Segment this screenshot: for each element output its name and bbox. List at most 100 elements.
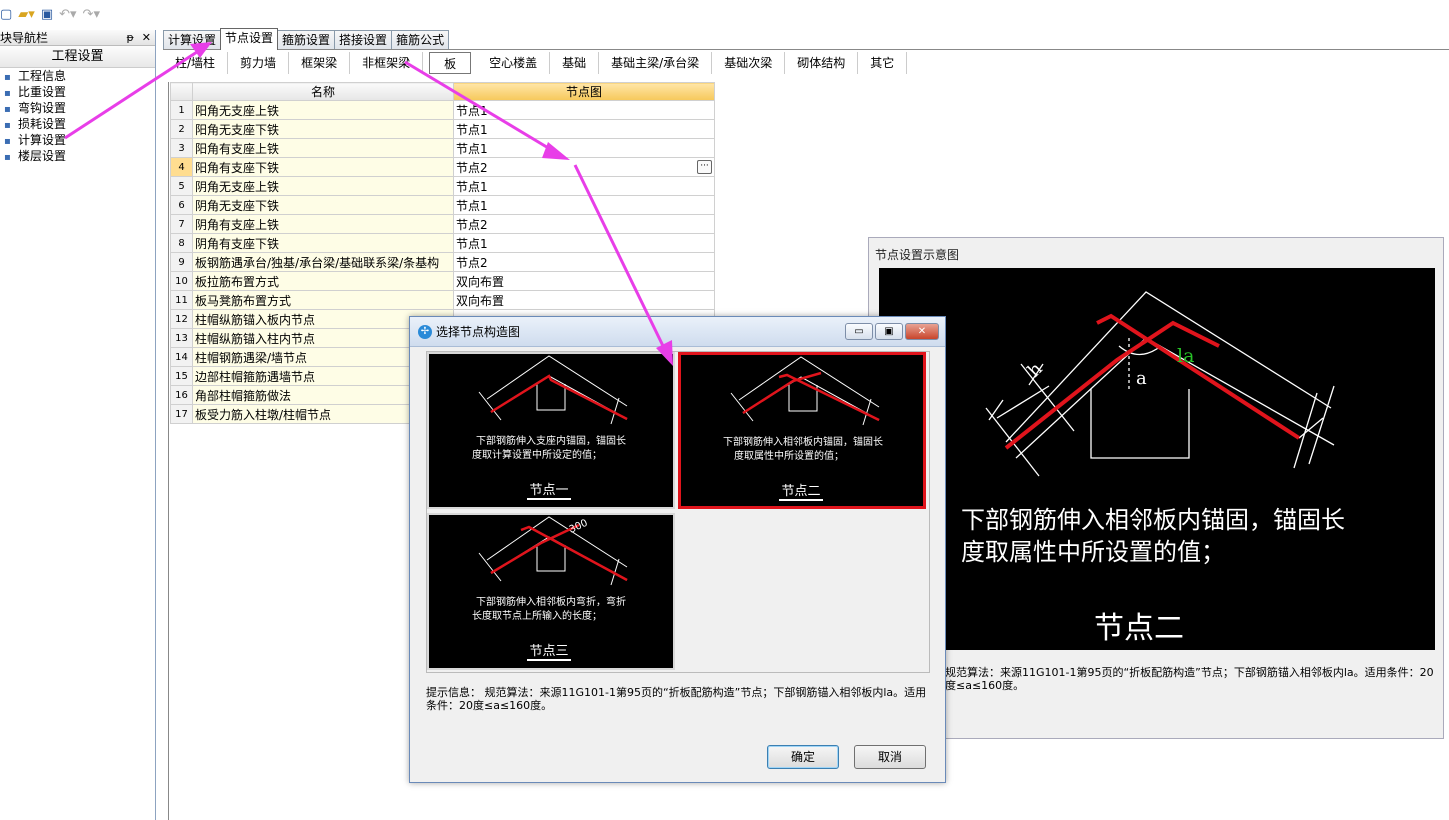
open-folder-icon[interactable]: ▰▾: [18, 0, 35, 30]
row-node[interactable]: 节点1: [453, 233, 715, 253]
subtab-2[interactable]: 剪力墙: [228, 52, 290, 74]
row-node[interactable]: 节点1: [453, 195, 715, 215]
preview-text-line2: 度取属性中所设置的值；: [961, 538, 1225, 566]
select-node-dialog: ✢ 选择节点构造图 ▭ ▣ ✕ 下部钢筋伸入支座内锚固，锚固长 度取计算设置中所设…: [409, 316, 946, 783]
component-subtabs: 柱/墙柱 剪力墙 框架梁 非框架梁板空心楼盖 基础 基础主梁/承台梁 基础次梁 砌体结构 其它: [163, 50, 1449, 76]
subtab-1[interactable]: 柱/墙柱: [163, 52, 229, 74]
new-file-icon[interactable]: ▢: [0, 0, 12, 30]
table-row[interactable]: 5 阴角无支座上铁 节点1: [170, 176, 715, 196]
row-number: 5: [170, 176, 193, 196]
pin-icon[interactable]: ᵽ: [126, 31, 133, 44]
row-node[interactable]: 节点1: [453, 138, 715, 158]
tab-4[interactable]: 搭接设置: [334, 30, 393, 50]
module-nav-panel: 模块导航栏 ᵽ ✕ 工程设置 ▪工程信息▪比重设置▪弯钩设置▪损耗设置▪计算设置…: [0, 30, 156, 820]
cancel-button[interactable]: 取消: [854, 745, 926, 769]
tab-3[interactable]: 箍筋设置: [277, 30, 336, 50]
node-option-3[interactable]: 300 下部钢筋伸入相邻板内弯折，弯折 长度取节点上所输入的长度； 节点三: [427, 513, 675, 670]
dialog-title: 选择节点构造图: [436, 325, 521, 339]
table-row[interactable]: 2 阳角无支座下铁 节点1: [170, 119, 715, 139]
row-node[interactable]: 节点2: [453, 252, 715, 272]
table-row[interactable]: 1 阳角无支座上铁 节点1: [170, 100, 715, 120]
tab-2[interactable]: 节点设置: [220, 28, 279, 50]
node-option-2[interactable]: 下部钢筋伸入相邻板内锚固，锚固长 度取属性中所设置的值； 节点二: [678, 352, 926, 509]
ok-button[interactable]: 确定: [767, 745, 839, 769]
nav-panel-title: 模块导航栏: [0, 31, 49, 45]
option-dimension: 300: [568, 518, 590, 536]
minimize-button[interactable]: ▭: [845, 323, 873, 340]
dialog-info: 提示信息： 规范算法：来源11G101-1第95页的“折板配筋构造”节点；下部钢…: [426, 686, 931, 712]
subtab-10[interactable]: 砌体结构: [785, 52, 859, 74]
tab-5[interactable]: 箍筋公式: [391, 30, 450, 50]
column-header-node[interactable]: 节点图: [453, 82, 715, 101]
row-node[interactable]: 双向布置: [453, 290, 715, 310]
close-button[interactable]: ✕: [905, 323, 939, 340]
row-node[interactable]: 节点1: [453, 119, 715, 139]
row-name: 板拉筋布置方式: [192, 271, 454, 291]
option-caption: 节点三: [529, 644, 568, 659]
preview-title: 节点设置示意图: [875, 248, 960, 262]
row-node-value: 节点2: [456, 217, 488, 232]
redo-icon[interactable]: ↷▾: [83, 0, 100, 30]
node-preview-panel: 节点设置示意图 h a la 下部钢筋伸入相邻板内锚固，锚固长 度取属性中所设置…: [868, 237, 1444, 739]
nav-group-title[interactable]: 工程设置: [0, 46, 155, 68]
table-row[interactable]: 11 板马凳筋布置方式 双向布置: [170, 290, 715, 310]
table-row[interactable]: 10 板拉筋布置方式 双向布置: [170, 271, 715, 291]
row-number: 13: [170, 328, 193, 348]
maximize-button[interactable]: ▣: [875, 323, 903, 340]
subtab-7[interactable]: 基础: [550, 52, 600, 74]
row-number: 14: [170, 347, 193, 367]
row-name: 阴角无支座上铁: [192, 176, 454, 196]
table-row[interactable]: 3 阳角有支座上铁 节点1: [170, 138, 715, 158]
info-label: 提示信息：: [426, 686, 481, 699]
node-option-diagram: 下部钢筋伸入支座内锚固，锚固长度取计算设置中所设定的值； 节点一: [472, 355, 628, 500]
nav-item-label: 楼层设置: [18, 149, 67, 163]
save-icon[interactable]: ▣: [41, 0, 53, 30]
table-row[interactable]: 6 阴角无支座下铁 节点1: [170, 195, 715, 215]
row-number: 2: [170, 119, 193, 139]
table-row[interactable]: 7 阴角有支座上铁 节点2: [170, 214, 715, 234]
subtab-9[interactable]: 基础次梁: [712, 52, 786, 74]
table-row[interactable]: 4 阳角有支座下铁 节点2 ···: [170, 157, 715, 177]
column-header-name[interactable]: 名称: [192, 82, 454, 101]
option-caption: 节点二: [781, 484, 820, 499]
row-node-value: 节点1: [456, 198, 488, 213]
table-row[interactable]: 8 阴角有支座下铁 节点1: [170, 233, 715, 253]
undo-icon[interactable]: ↶▾: [59, 0, 76, 30]
preview-label-h: h: [1024, 358, 1047, 381]
row-node[interactable]: 节点2: [453, 214, 715, 234]
row-number: 3: [170, 138, 193, 158]
subtab-8[interactable]: 基础主梁/承台梁: [599, 52, 713, 74]
nav-item[interactable]: ▪ 比重设置: [0, 84, 155, 100]
subtab-5[interactable]: 板: [429, 52, 472, 74]
nav-item[interactable]: ▪ 损耗设置: [0, 116, 155, 132]
row-name: 阳角无支座上铁: [192, 100, 454, 120]
row-node[interactable]: 节点2 ···: [453, 157, 715, 177]
subtab-4[interactable]: 非框架梁: [350, 52, 424, 74]
nav-item[interactable]: ▪ 弯钩设置: [0, 100, 155, 116]
row-name: 阳角有支座上铁: [192, 138, 454, 158]
nav-item[interactable]: ▪ 工程信息: [0, 68, 155, 84]
close-icon[interactable]: ✕: [142, 31, 151, 44]
option-caption: 节点一: [529, 483, 568, 498]
row-number: 1: [170, 100, 193, 120]
row-node-value: 节点1: [456, 236, 488, 251]
row-number: 11: [170, 290, 193, 310]
option-text-line2: 度取属性中所设置的值；: [734, 449, 844, 462]
option-text-line1: 下部钢筋伸入相邻板内锚固，锚固长: [723, 435, 883, 448]
dialog-titlebar[interactable]: ✢ 选择节点构造图 ▭ ▣ ✕: [410, 317, 945, 347]
nav-item[interactable]: ▪ 楼层设置: [0, 148, 155, 164]
option-text-line1: 下部钢筋伸入支座内锚固，锚固长: [476, 434, 626, 447]
subtab-6[interactable]: 空心楼盖: [477, 52, 551, 74]
subtab-11[interactable]: 其它: [858, 52, 908, 74]
tab-1[interactable]: 计算设置: [163, 30, 222, 50]
row-node-value: 节点2: [456, 255, 488, 270]
row-node[interactable]: 节点1: [453, 100, 715, 120]
row-node[interactable]: 双向布置: [453, 271, 715, 291]
nav-item[interactable]: ▪ 计算设置: [0, 132, 155, 148]
nav-panel-header: 模块导航栏 ᵽ ✕: [0, 30, 155, 46]
row-node[interactable]: 节点1: [453, 176, 715, 196]
subtab-3[interactable]: 框架梁: [289, 52, 351, 74]
node-option-1[interactable]: 下部钢筋伸入支座内锚固，锚固长 度取计算设置中所设定的值； 节点一: [427, 352, 675, 509]
table-row[interactable]: 9 板钢筋遇承台/独基/承台梁/基础联系梁/条基构 节点2: [170, 252, 715, 272]
ellipsis-button[interactable]: ···: [697, 159, 712, 174]
